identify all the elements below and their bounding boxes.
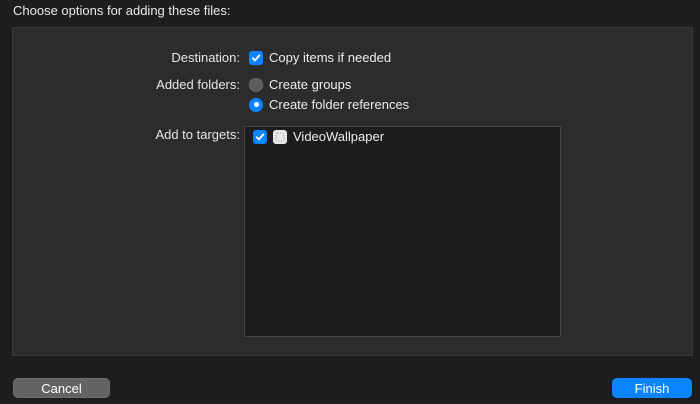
added-folders-label: Added folders: [156, 77, 240, 92]
copy-items-checkbox[interactable]: Copy items if needed [249, 50, 391, 65]
checkmark-icon [249, 50, 263, 65]
copy-items-label: Copy items if needed [269, 50, 392, 65]
target-item-videowallpaper[interactable]: VideoWallpaper [253, 129, 384, 144]
options-panel: Destination: Copy items if needed Added … [12, 27, 693, 356]
create-groups-label: Create groups [269, 77, 352, 92]
radio-selected-icon [249, 97, 263, 112]
finish-button[interactable]: Finish [612, 378, 692, 398]
cancel-button[interactable]: Cancel [13, 378, 110, 398]
create-folder-references-radio[interactable]: Create folder references [249, 97, 409, 112]
target-item-label: VideoWallpaper [293, 129, 385, 144]
add-to-targets-label: Add to targets: [155, 127, 240, 142]
targets-list[interactable]: VideoWallpaper [244, 126, 561, 337]
app-icon [273, 129, 287, 144]
create-groups-radio[interactable]: Create groups [249, 77, 351, 92]
create-folder-references-label: Create folder references [269, 97, 410, 112]
checkmark-icon[interactable] [253, 129, 267, 144]
radio-unselected-icon [249, 77, 263, 92]
sheet-title: Choose options for adding these files: [13, 3, 231, 18]
add-files-sheet: Choose options for adding these files: D… [0, 0, 700, 404]
destination-label: Destination: [171, 50, 240, 65]
